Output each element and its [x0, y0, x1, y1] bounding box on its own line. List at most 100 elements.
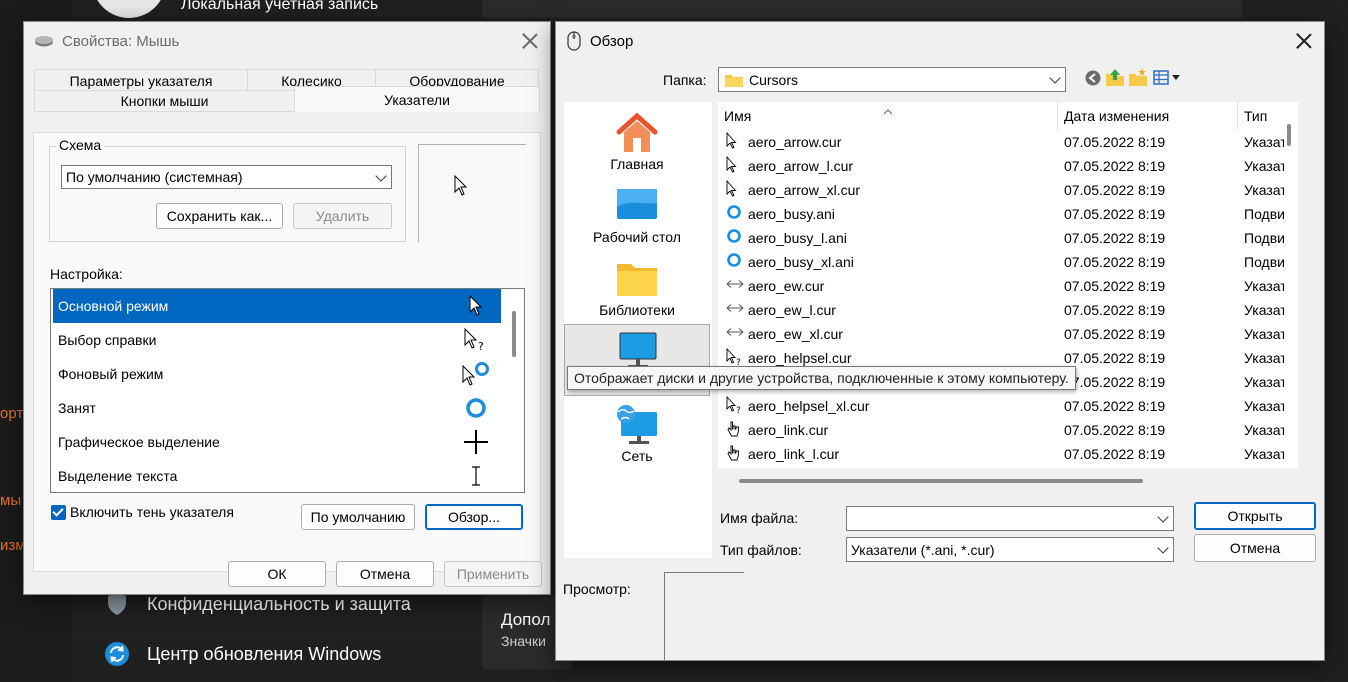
file-row[interactable]: aero_busy.ani 07.05.2022 8:19 Подвиж	[718, 202, 1298, 226]
file-list[interactable]: Имя Дата изменения Тип aero_arrow.cur 07.…	[718, 102, 1298, 468]
file-row[interactable]: aero_busy_l.ani 07.05.2022 8:19 Подвиж	[718, 226, 1298, 250]
place-home[interactable]: Главная	[564, 106, 710, 178]
mouse-properties-dialog: Свойства: Мышь Параметры указателя Колес…	[23, 21, 551, 595]
new-folder-icon[interactable]	[1129, 68, 1147, 89]
cursor-list[interactable]: Основной режим Выбор справки ? Фоновый р…	[50, 288, 525, 493]
resize-horizontal-cursor-icon	[726, 276, 744, 296]
busy-cursor-icon	[461, 393, 491, 423]
list-item[interactable]: Занят	[53, 391, 501, 425]
scheme-select[interactable]: По умолчанию (системная)	[61, 165, 392, 189]
cursor-item-label: Фоновый режим	[58, 366, 164, 382]
pointer-preview	[418, 144, 526, 242]
file-list-hscrollbar-thumb[interactable]	[739, 479, 1143, 483]
save-as-button[interactable]: Сохранить как...	[156, 203, 283, 229]
chevron-down-icon	[1157, 511, 1169, 523]
scrollbar-thumb[interactable]	[1287, 124, 1291, 146]
sort-ascending-icon	[883, 102, 893, 118]
sidebar-fragment: орт	[0, 405, 24, 422]
place-label: Сеть	[621, 448, 653, 464]
file-row[interactable]: aero_arrow_xl.cur 07.05.2022 8:19 Указате	[718, 178, 1298, 202]
back-icon[interactable]	[1085, 70, 1101, 89]
cursor-item-label: Выделение текста	[58, 468, 178, 484]
customize-label: Настройка:	[50, 266, 123, 282]
browse-button[interactable]: Обзор...	[425, 504, 523, 530]
place-network[interactable]: Сеть	[564, 398, 710, 470]
use-default-button[interactable]: По умолчанию	[301, 504, 415, 530]
tab-buttons[interactable]: Кнопки мыши	[34, 90, 294, 112]
list-item[interactable]: Основной режим	[53, 289, 501, 323]
file-name: aero_helpsel_xl.cur	[748, 398, 870, 414]
file-name: aero_link_l.cur	[748, 446, 840, 462]
open-button[interactable]: Открыть	[1194, 502, 1316, 530]
dialog-title: Обзор	[590, 32, 634, 50]
column-header-date[interactable]: Дата изменения	[1058, 102, 1238, 130]
file-row[interactable]: aero_ew_l.cur 07.05.2022 8:19 Указате	[718, 298, 1298, 322]
file-row[interactable]: aero_ew.cur 07.05.2022 8:19 Указате	[718, 274, 1298, 298]
tab-row-bottom: Кнопки мыши Указатели	[34, 86, 540, 112]
apply-button[interactable]: Применить	[444, 561, 542, 587]
delete-scheme-button[interactable]: Удалить	[293, 203, 392, 229]
cancel-button[interactable]: Отмена	[1194, 534, 1316, 562]
filetype-label: Тип файлов:	[720, 542, 802, 558]
up-folder-icon[interactable]	[1106, 68, 1124, 89]
home-icon	[615, 112, 659, 154]
close-button[interactable]	[1293, 30, 1315, 52]
browse-dialog: Обзор Папка: Cursors Главная Рабочий сто…	[555, 21, 1325, 661]
file-row[interactable]: aero_arrow.cur 07.05.2022 8:19 Указате	[718, 130, 1298, 154]
title-bar[interactable]: Обзор	[556, 22, 1324, 60]
busy-cursor-icon	[726, 228, 742, 248]
close-button[interactable]	[519, 30, 541, 52]
file-row[interactable]: aero_arrow_l.cur 07.05.2022 8:19 Указате	[718, 154, 1298, 178]
settings-top-strip	[482, 0, 1242, 18]
filetype-select[interactable]: Указатели (*.ani, *.cur)	[846, 537, 1174, 562]
list-item[interactable]: Фоновый режим	[53, 357, 501, 391]
place-desktop[interactable]: Рабочий стол	[564, 179, 710, 251]
list-item[interactable]: Выбор справки ?	[53, 323, 501, 357]
svg-text:?: ?	[478, 340, 484, 352]
arrow-cursor-icon	[454, 174, 468, 200]
sidebar-fragment: изм	[0, 537, 26, 554]
libraries-folder-icon	[615, 258, 659, 300]
ok-button[interactable]: ОК	[228, 561, 326, 587]
scrollbar-thumb[interactable]	[512, 311, 516, 357]
place-libraries[interactable]: Библиотеки	[564, 252, 710, 324]
file-date: 07.05.2022 8:19	[1064, 182, 1166, 198]
crosshair-cursor-icon	[461, 427, 491, 457]
cancel-button[interactable]: Отмена	[336, 561, 434, 587]
file-name: aero_ew_l.cur	[748, 302, 836, 318]
nav-item-windows-update[interactable]: Центр обновления Windows	[104, 639, 381, 669]
file-name: aero_link.cur	[748, 422, 829, 438]
folder-icon	[725, 73, 743, 87]
folder-select[interactable]: Cursors	[718, 67, 1066, 92]
tab-pointers[interactable]: Указатели	[294, 86, 540, 112]
working-in-background-cursor-icon	[461, 359, 491, 389]
file-list-scrollbar[interactable]	[1284, 102, 1298, 468]
cursor-list-scrollbar[interactable]	[504, 289, 524, 492]
file-name: aero_arrow_xl.cur	[748, 182, 861, 198]
scheme-select-value: По умолчанию (системная)	[66, 169, 243, 185]
filename-input[interactable]	[846, 506, 1174, 531]
list-item[interactable]: Выделение текста	[53, 459, 501, 492]
file-row[interactable]: ? aero_helpsel_xl.cur 07.05.2022 8:19 Указа…	[718, 394, 1298, 418]
tab-pointer-options[interactable]: Параметры указателя	[34, 69, 247, 91]
file-name: aero_busy.ani	[748, 206, 835, 222]
file-date: 07.05.2022 8:19	[1064, 302, 1166, 318]
place-label: Главная	[610, 156, 664, 172]
file-row[interactable]: aero_link_l.cur 07.05.2022 8:19 Указате	[718, 442, 1298, 466]
file-name: aero_busy_xl.ani	[748, 254, 854, 270]
file-name: aero_ew_xl.cur	[748, 326, 843, 342]
file-row[interactable]: aero_busy_xl.ani 07.05.2022 8:19 Подвиж	[718, 250, 1298, 274]
nav-item-label: Центр обновления Windows	[147, 643, 382, 664]
list-item[interactable]: Графическое выделение	[53, 425, 501, 459]
busy-cursor-icon	[726, 204, 742, 224]
file-date: 07.05.2022 8:19	[1064, 422, 1166, 438]
windows-update-icon	[104, 641, 130, 667]
title-bar[interactable]: Свойства: Мышь	[24, 22, 550, 60]
file-row[interactable]: aero_link.cur 07.05.2022 8:19 Указате	[718, 418, 1298, 442]
pointer-shadow-checkbox[interactable]	[51, 505, 66, 520]
cursor-preview-box	[664, 572, 744, 660]
file-name: aero_arrow_l.cur	[748, 158, 854, 174]
file-row[interactable]: aero_ew_xl.cur 07.05.2022 8:19 Указате	[718, 322, 1298, 346]
svg-text:?: ?	[736, 406, 741, 414]
view-menu-icon[interactable]	[1153, 70, 1183, 89]
